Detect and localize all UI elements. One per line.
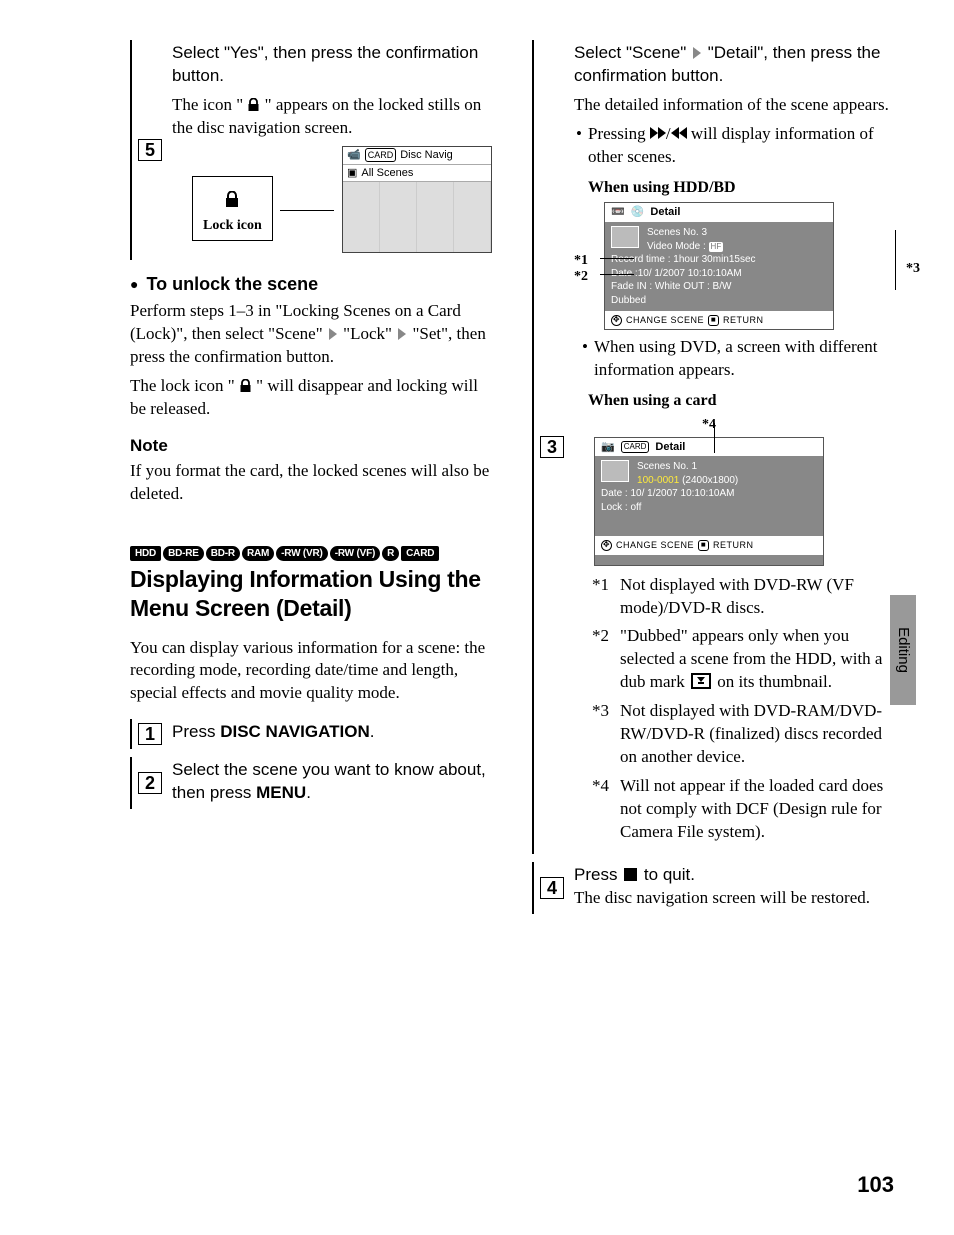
step5-figure: Lock icon 📹 CARD Disc Navig ▣ All Scenes: [192, 146, 492, 256]
hdd-icon: 📼: [611, 205, 625, 220]
step2-text: Select the scene you want to know about,…: [172, 757, 492, 809]
step5-description: The icon " " appears on the locked still…: [172, 94, 492, 140]
dpad-icon: ✥: [611, 315, 622, 326]
section-intro: You can display various information for …: [130, 637, 492, 706]
hdd-note: When using DVD, a screen with different …: [580, 336, 894, 382]
arrow-icon: [398, 328, 406, 340]
ff-icon: [650, 124, 666, 143]
step-number: 1: [138, 723, 162, 745]
badge-card: CARD: [401, 546, 439, 562]
card-detail-figure: 📷CARD Detail Scenes No. 1 100-0001 (2400…: [594, 437, 894, 566]
hdd-note-item: When using DVD, a screen with different …: [594, 336, 894, 382]
lock-icon: [247, 98, 260, 112]
annotation-2: *2: [574, 268, 588, 287]
page-number: 103: [857, 1170, 894, 1200]
badge-rwvf: -RW (VF): [330, 546, 380, 562]
unlock-heading: To unlock the scene: [130, 272, 492, 296]
footnote-2: *2"Dubbed" appears only when you selecte…: [592, 625, 894, 694]
badge-bdre: BD-RE: [163, 546, 204, 562]
arrow-icon: [329, 328, 337, 340]
step4-body: The disc navigation screen will be resto…: [574, 887, 894, 910]
chapter-tab: Editing: [890, 595, 916, 705]
subhead-card: When using a card: [588, 390, 894, 412]
disc-icon: 💿: [631, 205, 645, 220]
badge-ram: RAM: [242, 546, 274, 562]
footnote-3: *3Not displayed with DVD-RAM/DVD-RW/DVD-…: [592, 700, 894, 769]
stop-icon: ■: [698, 540, 709, 551]
manual-page: 5 Select "Yes", then press the confirmat…: [0, 0, 954, 1235]
hdd-detail-figure: *1 *2 *3 📼💿 Detail Scenes No. 3 Video Mo…: [604, 202, 894, 330]
lock-icon: [203, 191, 262, 215]
badge-rwvr: -RW (VR): [276, 546, 328, 562]
badge-bdr: BD-R: [206, 546, 240, 562]
footnote-1: *1Not displayed with DVD-RW (VF mode)/DV…: [592, 574, 894, 620]
subhead-hdd-bd: When using HDD/BD: [588, 177, 894, 199]
card-icon: CARD: [621, 441, 650, 454]
two-column-layout: 5 Select "Yes", then press the confirmat…: [130, 40, 894, 922]
arrow-icon: [693, 47, 701, 59]
step3-result: The detailed information of the scene ap…: [574, 94, 894, 117]
step-number: 3: [540, 436, 564, 458]
annotation-4: *4: [694, 416, 724, 435]
detail-screen-hdd: 📼💿 Detail Scenes No. 3 Video Mode : HF R…: [604, 202, 834, 330]
note-body: If you format the card, the locked scene…: [130, 460, 492, 506]
badge-r: R: [382, 546, 399, 562]
step5-instruction: Select "Yes", then press the confirmatio…: [172, 42, 492, 88]
step-number: 4: [540, 877, 564, 899]
step3-bullet: Pressing / will display information of o…: [588, 123, 894, 169]
annotation-3: *3: [906, 260, 920, 279]
step4-instruction: Press to quit.: [574, 864, 894, 887]
right-column: 3 Select "Scene" "Detail", then press th…: [532, 40, 894, 922]
badge-hdd: HDD: [130, 546, 161, 562]
unlock-paragraph: Perform steps 1–3 in "Locking Scenes on …: [130, 300, 492, 369]
cam-icon: 📹: [347, 148, 361, 163]
lock-label: Lock icon: [203, 218, 262, 233]
left-column: 5 Select "Yes", then press the confirmat…: [130, 40, 492, 922]
footnotes: *1Not displayed with DVD-RW (VF mode)/DV…: [592, 574, 894, 844]
lock-icon: [239, 379, 252, 393]
scene-thumbnail: [601, 460, 629, 482]
callout-line: [280, 210, 334, 211]
step-number: 2: [138, 772, 162, 794]
step3-bullets: Pressing / will display information of o…: [574, 123, 894, 169]
step-number: 5: [138, 139, 162, 161]
stop-icon: ■: [708, 315, 719, 326]
lock-icon-callout: Lock icon: [192, 176, 273, 241]
unlock-result: The lock icon " " will disappear and loc…: [130, 375, 492, 421]
step-2-block: 2 Select the scene you want to know abou…: [130, 757, 492, 809]
chapter-tab-label: Editing: [893, 627, 913, 673]
stop-icon: [624, 868, 637, 881]
dub-mark-icon: [691, 673, 711, 689]
step3-instruction: Select "Scene" "Detail", then press the …: [574, 42, 894, 88]
camera-icon: 📷: [601, 440, 615, 455]
step-4-block: 4 Press to quit. The disc navigation scr…: [532, 862, 894, 914]
media-badges: HDD BD-RE BD-R RAM -RW (VR) -RW (VF) R C…: [130, 546, 492, 562]
detail-screen-card: 📷CARD Detail Scenes No. 1 100-0001 (2400…: [594, 437, 824, 566]
nav-subtitle: All Scenes: [361, 166, 413, 181]
disc-navigation-preview: 📹 CARD Disc Navig ▣ All Scenes: [342, 146, 492, 254]
card-icon: CARD: [365, 148, 397, 162]
dpad-icon: ✥: [601, 540, 612, 551]
step-5-block: 5 Select "Yes", then press the confirmat…: [130, 40, 492, 260]
rw-icon: [671, 124, 687, 143]
thumbnail-grid: [343, 182, 491, 252]
note-heading: Note: [130, 435, 492, 458]
footnote-4: *4Will not appear if the loaded card doe…: [592, 775, 894, 844]
stack-icon: ▣: [347, 166, 357, 181]
step-1-block: 1 Press DISC NAVIGATION.: [130, 719, 492, 749]
nav-title: Disc Navig: [400, 148, 453, 163]
step1-text: Press DISC NAVIGATION.: [172, 719, 492, 749]
section-title: Displaying Information Using the Menu Sc…: [130, 565, 492, 623]
scene-thumbnail: [611, 226, 639, 248]
step-3-block: 3 Select "Scene" "Detail", then press th…: [532, 40, 894, 854]
